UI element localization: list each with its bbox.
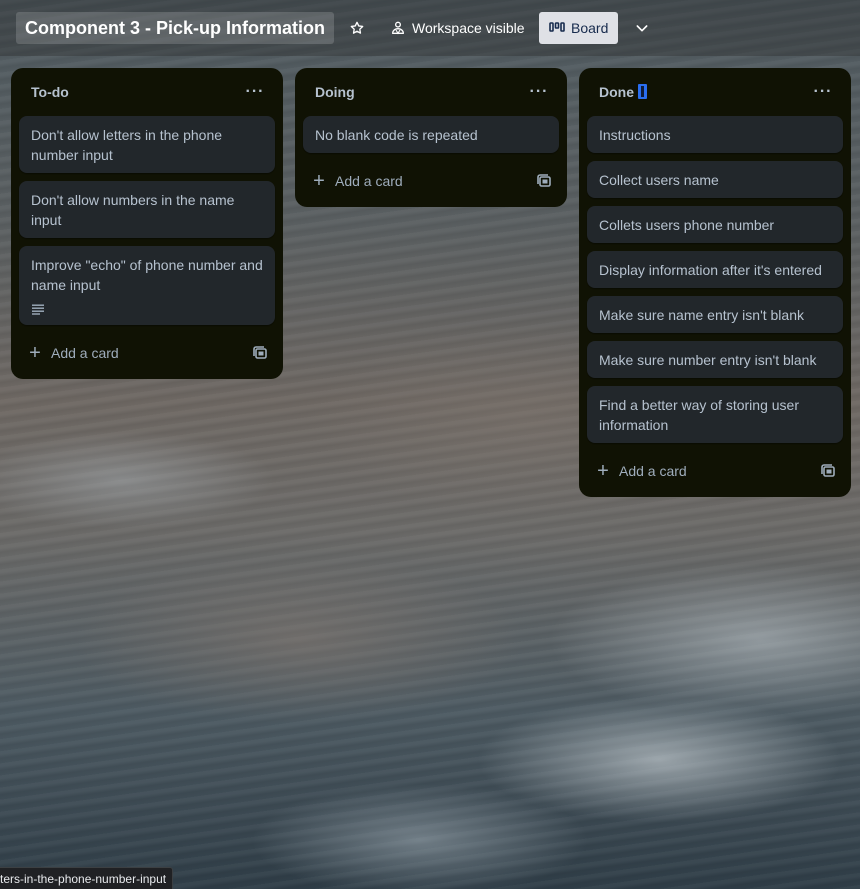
ellipsis-icon[interactable]: ··· [243, 80, 267, 104]
card-title: Make sure name entry isn't blank [599, 307, 804, 323]
add-card-row: + Add a card [587, 451, 843, 491]
card[interactable]: Find a better way of storing user inform… [587, 386, 843, 443]
card[interactable]: No blank code is repeated [303, 116, 559, 153]
status-url: ters-in-the-phone-number-input [0, 867, 174, 889]
card-badges [31, 301, 263, 317]
card-title: Collect users name [599, 172, 719, 188]
card-template-icon[interactable] [537, 174, 551, 188]
card-title: Collets users phone number [599, 217, 775, 233]
ellipsis-icon[interactable]: ··· [527, 80, 551, 104]
card-title: Find a better way of storing user inform… [599, 397, 799, 433]
ellipsis-icon[interactable]: ··· [811, 80, 835, 104]
list-title[interactable]: Doing [315, 84, 355, 100]
add-card-label: Add a card [619, 463, 687, 479]
card-title: Instructions [599, 127, 671, 143]
add-card-row: + Add a card [303, 161, 559, 201]
list-doing: Doing ··· No blank code is repeated + Ad… [295, 68, 567, 207]
plus-icon: + [29, 342, 41, 364]
views-dropdown-button[interactable] [628, 12, 656, 44]
card[interactable]: Improve "echo" of phone number and name … [19, 246, 275, 325]
people-icon [392, 21, 404, 35]
list-header: To-do ··· [19, 76, 275, 108]
board-title[interactable]: Component 3 - Pick-up Information [16, 12, 334, 44]
add-card-label: Add a card [335, 173, 403, 189]
list-title-text: Done [599, 84, 634, 100]
board-view-label: Board [571, 20, 609, 36]
card[interactable]: Make sure name entry isn't blank [587, 296, 843, 333]
blue-badge-icon [638, 84, 647, 99]
list-header: Done ··· [587, 76, 843, 108]
card[interactable]: Display information after it's entered [587, 251, 843, 288]
card[interactable]: Don't allow letters in the phone number … [19, 116, 275, 173]
plus-icon: + [313, 170, 325, 192]
card-title: Improve "echo" of phone number and name … [31, 257, 263, 293]
card-template-icon[interactable] [253, 346, 267, 360]
visibility-button[interactable]: Workspace visible [386, 12, 529, 44]
card-title: Display information after it's entered [599, 262, 822, 278]
list-header: Doing ··· [303, 76, 559, 108]
add-card-label: Add a card [51, 345, 119, 361]
star-button[interactable] [342, 12, 372, 44]
card-title: Don't allow numbers in the name input [31, 192, 235, 228]
add-card-row: + Add a card [19, 333, 275, 373]
description-icon [32, 304, 44, 315]
card[interactable]: Make sure number entry isn't blank [587, 341, 843, 378]
card[interactable]: Collets users phone number [587, 206, 843, 243]
list-title[interactable]: To-do [31, 84, 69, 100]
list-todo: To-do ··· Don't allow letters in the pho… [11, 68, 283, 379]
card-title: Make sure number entry isn't blank [599, 352, 817, 368]
card[interactable]: Don't allow numbers in the name input [19, 181, 275, 238]
card-template-icon[interactable] [821, 464, 835, 478]
chevron-down-icon [636, 25, 648, 32]
list-done: Done ··· Instructions Collect users name… [579, 68, 851, 497]
card-title: No blank code is repeated [315, 127, 478, 143]
add-card-button[interactable]: + Add a card [595, 461, 687, 481]
list-title[interactable]: Done [599, 84, 647, 100]
star-icon [350, 21, 364, 34]
plus-icon: + [597, 460, 609, 482]
visibility-label: Workspace visible [412, 20, 525, 36]
board-view-button[interactable]: Board [539, 12, 619, 44]
card-title: Don't allow letters in the phone number … [31, 127, 223, 163]
board-icon [549, 22, 565, 32]
card[interactable]: Collect users name [587, 161, 843, 198]
add-card-button[interactable]: + Add a card [27, 343, 119, 363]
card[interactable]: Instructions [587, 116, 843, 153]
board-header: Component 3 - Pick-up Information Worksp… [0, 0, 860, 56]
add-card-button[interactable]: + Add a card [311, 171, 403, 191]
